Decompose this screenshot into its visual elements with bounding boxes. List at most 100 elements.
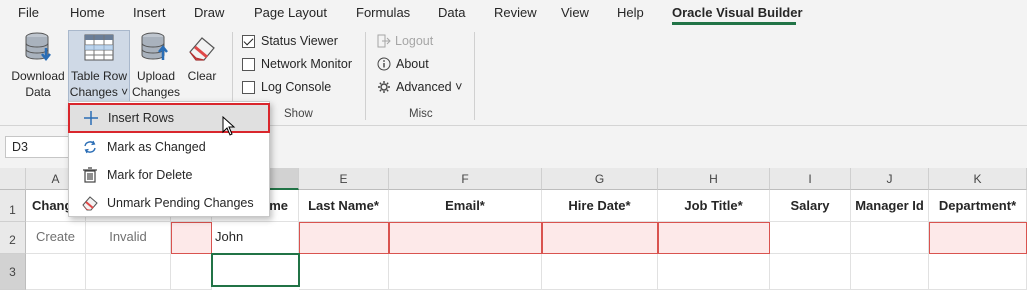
advanced-label: Advanced ˅ [396, 80, 463, 94]
eraser-icon [189, 37, 215, 61]
menu-item-mark-delete[interactable]: Mark for Delete [69, 161, 269, 189]
cell-i3[interactable] [770, 254, 851, 290]
network-monitor-checkbox[interactable]: Network Monitor [242, 57, 352, 71]
header-cell-j[interactable]: Manager Id [851, 190, 929, 222]
cell-g3[interactable] [542, 254, 658, 290]
logout-button[interactable]: Logout [377, 34, 433, 48]
plus-icon [82, 109, 100, 127]
cell-i2[interactable] [770, 222, 851, 254]
column-header-j[interactable]: J [851, 168, 929, 190]
header-cell-h[interactable]: Job Title* [658, 190, 770, 222]
database-upload-icon [141, 32, 168, 60]
tab-file[interactable]: File [18, 5, 39, 20]
tab-view[interactable]: View [561, 5, 589, 20]
header-cell-k[interactable]: Department* [929, 190, 1027, 222]
about-button[interactable]: About [377, 57, 429, 71]
tab-insert[interactable]: Insert [133, 5, 166, 20]
column-header-h[interactable]: H [658, 168, 770, 190]
checkbox-checked-icon [242, 34, 255, 48]
cell-k3[interactable] [929, 254, 1027, 290]
cell-d2[interactable]: John [212, 222, 299, 254]
tab-page-layout[interactable]: Page Layout [254, 5, 327, 20]
tab-formulas[interactable]: Formulas [356, 5, 410, 20]
tab-oracle-visual-builder[interactable]: Oracle Visual Builder [672, 5, 803, 20]
group-separator [365, 32, 366, 120]
tab-help[interactable]: Help [617, 5, 644, 20]
table-row-label-1: Table Row [70, 69, 128, 83]
cell-a2[interactable]: Create [26, 222, 86, 254]
status-viewer-label: Status Viewer [261, 34, 338, 48]
header-cell-g[interactable]: Hire Date* [542, 190, 658, 222]
cell-e2[interactable] [299, 222, 389, 254]
logout-label: Logout [395, 34, 434, 48]
column-header-k[interactable]: K [929, 168, 1027, 190]
network-monitor-label: Network Monitor [261, 57, 352, 71]
row-header-2[interactable]: 2 [0, 222, 26, 254]
clear-button[interactable]: Clear [182, 30, 222, 104]
cell-h3[interactable] [658, 254, 770, 290]
trash-icon [81, 166, 99, 184]
header-cell-i[interactable]: Salary [770, 190, 851, 222]
cell-e3[interactable] [299, 254, 389, 290]
column-header-i[interactable]: I [770, 168, 851, 190]
about-label: About [396, 57, 429, 71]
upload-changes-button[interactable]: Upload Changes [130, 30, 182, 104]
logout-icon [377, 34, 391, 48]
misc-group-label: Misc [409, 108, 433, 120]
download-label-1: Download [11, 69, 65, 83]
menu-item-insert-rows[interactable]: Insert Rows [68, 103, 270, 133]
cell-j3[interactable] [851, 254, 929, 290]
download-data-button[interactable]: Download Data [8, 30, 68, 104]
column-header-g[interactable]: G [542, 168, 658, 190]
insert-rows-label: Insert Rows [108, 111, 174, 125]
cell-j2[interactable] [851, 222, 929, 254]
table-row-changes-menu: Insert Rows Mark as Changed Mark for Del… [68, 101, 270, 217]
tab-data[interactable]: Data [438, 5, 465, 20]
header-cell-e[interactable]: Last Name* [299, 190, 389, 222]
cell-h2[interactable] [658, 222, 770, 254]
checkbox-icon [242, 80, 255, 94]
column-header-e[interactable]: E [299, 168, 389, 190]
table-row-label-2: Changes ˅ [69, 85, 129, 99]
tab-home[interactable]: Home [70, 5, 105, 20]
cell-f3[interactable] [389, 254, 542, 290]
checkbox-icon [242, 57, 255, 71]
tab-draw[interactable]: Draw [194, 5, 224, 20]
cell-b2[interactable]: Invalid [86, 222, 171, 254]
mark-delete-label: Mark for Delete [107, 168, 193, 182]
cell-k2[interactable] [929, 222, 1027, 254]
row-header-1[interactable]: 1 [0, 190, 26, 222]
header-cell-f[interactable]: Email* [389, 190, 542, 222]
table-icon [84, 34, 114, 61]
show-group-label: Show [284, 108, 313, 120]
column-header-f[interactable]: F [389, 168, 542, 190]
group-separator [474, 32, 475, 120]
unmark-pending-label: Unmark Pending Changes [107, 196, 254, 210]
mouse-cursor-icon [222, 116, 236, 136]
cell-d3-selected[interactable] [211, 253, 300, 287]
menu-item-unmark-pending[interactable]: Unmark Pending Changes [69, 189, 269, 217]
eraser-icon [81, 194, 99, 212]
ribbon-tabs: File Home Insert Draw Page Layout Formul… [0, 0, 1027, 26]
row-header-3[interactable]: 3 [0, 254, 26, 290]
status-viewer-checkbox[interactable]: Status Viewer [242, 34, 338, 48]
cell-c2[interactable] [171, 222, 212, 254]
cell-a3[interactable] [26, 254, 86, 290]
tab-review[interactable]: Review [494, 5, 537, 20]
upload-label-2: Changes [131, 85, 181, 99]
table-row-changes-button[interactable]: Table Row Changes ˅ [68, 30, 130, 102]
gear-icon [378, 81, 390, 93]
cell-c3[interactable] [171, 254, 212, 290]
log-console-label: Log Console [261, 80, 332, 94]
mark-changed-label: Mark as Changed [107, 140, 206, 154]
menu-item-mark-changed[interactable]: Mark as Changed [69, 133, 269, 161]
clear-label: Clear [187, 69, 217, 83]
cell-f2[interactable] [389, 222, 542, 254]
cell-b3[interactable] [86, 254, 171, 290]
active-tab-indicator [672, 22, 796, 25]
database-download-icon [25, 32, 51, 62]
select-all-corner[interactable] [0, 168, 26, 190]
log-console-checkbox[interactable]: Log Console [242, 80, 331, 94]
advanced-dropdown[interactable]: Advanced ˅ [377, 80, 462, 94]
cell-g2[interactable] [542, 222, 658, 254]
